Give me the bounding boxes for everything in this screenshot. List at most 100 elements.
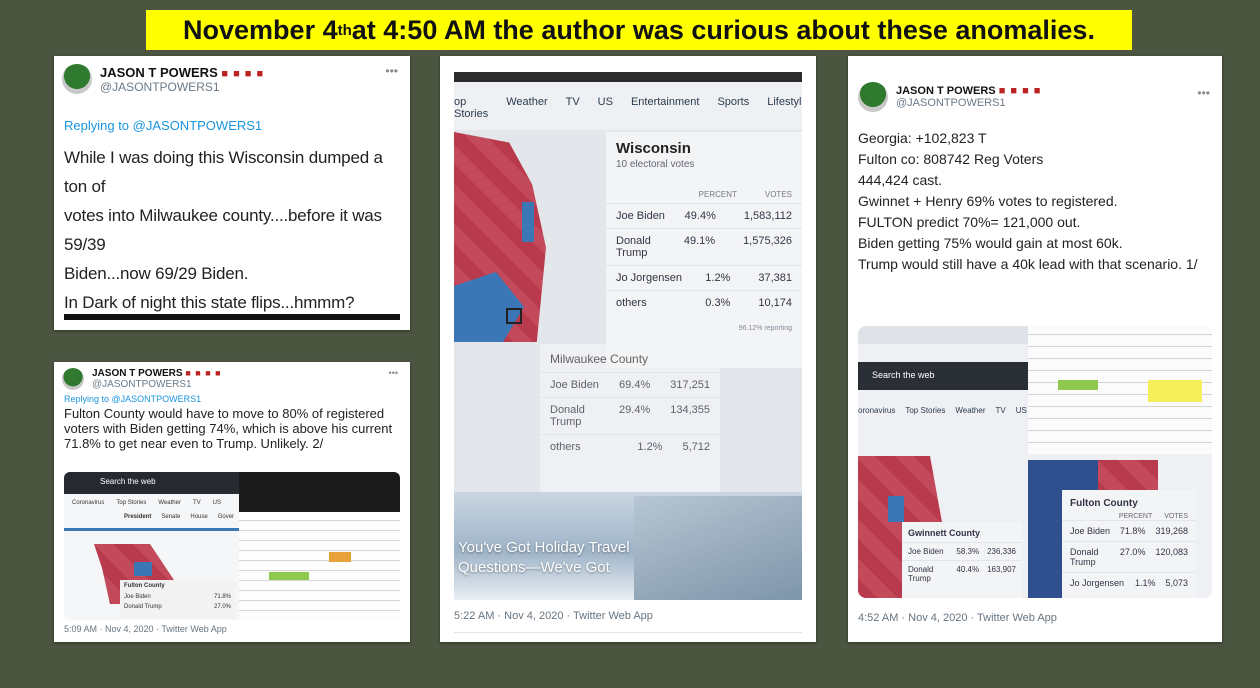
tweet-line: Fulton co: 808742 Reg Voters: [858, 151, 1044, 167]
percent: 27.0%: [1119, 547, 1146, 557]
percent: 1.2%: [705, 272, 731, 284]
tweet-line: FULTON predict 70%= 121,000 out.: [858, 214, 1081, 230]
map-blue-area: [134, 562, 152, 576]
embedded-screenshot[interactable]: Search the web oronavirus Top Stories We…: [858, 326, 1212, 598]
embedded-media-strip: [64, 314, 400, 320]
banner-sup: th: [337, 21, 352, 39]
candidate: Joe Biden: [124, 594, 151, 600]
photo-nav: op Stories Weather TV US Entertainment S…: [454, 82, 802, 130]
reply-handle-link[interactable]: @JASONTPOWERS1: [133, 118, 263, 133]
votes: 5,712: [682, 441, 710, 453]
candidate: others: [550, 441, 581, 453]
nav-item: op Stories: [454, 96, 489, 120]
percent: 40.4%: [956, 565, 980, 574]
promo-line: Questions—We've Got: [458, 559, 610, 576]
tweet-text: Georgia: +102,823 T Fulton co: 808742 Re…: [848, 112, 1222, 275]
tweet-timestamp[interactable]: 5:22 AM · Nov 4, 2020 · Twitter Web App: [454, 610, 653, 622]
author-name[interactable]: JASON T POWERS: [896, 85, 996, 97]
col-header: VOTES: [1164, 513, 1188, 520]
more-icon[interactable]: •••: [1197, 86, 1210, 100]
tweet-card-4: JASON T POWERS ■ ■ ■ ■ @JASONTPOWERS1 ••…: [848, 56, 1222, 642]
wisconsin-results: Wisconsin 10 electoral votes PERCENT VOT…: [606, 132, 802, 368]
votes: 5,073: [1165, 578, 1188, 588]
candidate: others: [616, 297, 647, 309]
nav-item: US: [1015, 406, 1027, 415]
tweet-card-3: op Stories Weather TV US Entertainment S…: [440, 56, 816, 642]
votes: 120,083: [1155, 547, 1188, 557]
nav-item: Top Stories: [116, 500, 147, 506]
tweet-line: votes into Milwaukee county....before it…: [64, 206, 382, 254]
tweet-card-1: JASON T POWERS ■ ■ ■ ■ @JASONTPOWERS1 ••…: [54, 56, 410, 330]
subnav-item: Senate: [161, 514, 181, 520]
nav-item: Weather: [506, 96, 548, 108]
author-name[interactable]: JASON T POWERS: [92, 368, 183, 379]
author-handle[interactable]: @JASONTPOWERS1: [100, 80, 264, 94]
avatar[interactable]: [62, 368, 84, 390]
percent: 58.3%: [956, 547, 980, 556]
reply-prefix: Replying to: [64, 394, 112, 404]
nav-item: TV: [995, 406, 1006, 415]
candidate: Joe Biden: [908, 547, 944, 556]
promo-text[interactable]: You've Got Holiday Travel Questions—We'v…: [458, 538, 630, 578]
candidate: Donald Trump: [616, 235, 651, 259]
subnav-item: House: [190, 514, 208, 520]
fulton-label: Fulton County: [124, 583, 165, 589]
reply-handle-link[interactable]: @JASONTPOWERS1: [112, 394, 202, 404]
fulton-results: Fulton County PERCENT VOTES Joe Biden 71.…: [1062, 490, 1196, 598]
avatar[interactable]: [62, 64, 92, 94]
tweet-line: In Dark of night this state flips...hmmm…: [64, 293, 355, 312]
tweet-card-2: JASON T POWERS ■ ■ ■ ■ @JASONTPOWERS1 ••…: [54, 362, 410, 642]
author-handle[interactable]: @JASONTPOWERS1: [896, 97, 1041, 109]
tweet-timestamp[interactable]: 5:09 AM · Nov 4, 2020 · Twitter Web App: [64, 624, 227, 634]
nav-item: Entertainment: [630, 96, 700, 108]
gwinnett-results: Gwinnett County Joe Biden 58.3% 236,336 Do…: [902, 522, 1022, 598]
author-name[interactable]: JASON T POWERS: [100, 65, 218, 80]
tweet-line: Gwinnet + Henry 69% votes to registered.: [858, 193, 1118, 209]
tweet-line: Biden getting 75% would gain at most 60k…: [858, 235, 1123, 251]
shot-nav: Coronavirus Top Stories Weather TV US: [72, 500, 221, 506]
banner-text-rest: at 4:50 AM the author was curious about …: [351, 14, 1095, 45]
candidate: Donald Trump: [124, 604, 162, 610]
nav-item: TV: [565, 96, 580, 108]
nav-item: Weather: [955, 406, 986, 415]
embedded-screenshot[interactable]: Search the web Coronavirus Top Stories W…: [64, 472, 400, 620]
tweet-text: While I was doing this Wisconsin dumped …: [54, 133, 410, 317]
flag-icons: ■ ■ ■ ■: [185, 368, 222, 378]
percent: 49.1%: [683, 235, 716, 247]
nav-item: oronavirus: [858, 406, 896, 415]
milwaukee-results: Milwaukee County Joe Biden 69.4% 317,251 D…: [540, 344, 720, 494]
tweet-timestamp[interactable]: 4:52 AM · Nov 4, 2020 · Twitter Web App: [858, 612, 1057, 624]
subnav-item: Gover: [217, 514, 235, 520]
shot-subnav: President Senate House Gover: [124, 514, 234, 520]
tweet-line: Georgia: +102,823 T: [858, 130, 987, 146]
flag-icons: ■ ■ ■ ■: [998, 85, 1042, 97]
author-handle[interactable]: @JASONTPOWERS1: [92, 379, 222, 390]
reply-context: Replying to @JASONTPOWERS1: [54, 390, 410, 404]
more-icon[interactable]: •••: [389, 368, 398, 378]
tweet-text: Fulton County would have to move to 80% …: [64, 406, 393, 451]
county-title: Fulton County: [1070, 498, 1138, 509]
map-blue-area: [888, 496, 904, 522]
headline-banner: November 4th at 4:50 AM the author was c…: [146, 10, 1132, 50]
nav-item: TV: [192, 500, 201, 506]
winter-photo-2: [634, 496, 802, 600]
tweet-line: While I was doing this Wisconsin dumped …: [64, 148, 383, 196]
votes: 37,381: [758, 272, 792, 284]
embedded-photo[interactable]: op Stories Weather TV US Entertainment S…: [454, 72, 802, 600]
percent: 0.3%: [705, 297, 731, 309]
nav-item: US: [597, 96, 613, 108]
candidate: Donald Trump: [1070, 547, 1099, 567]
percent: 1.1%: [1134, 578, 1156, 588]
nav-item: Top Stories: [905, 406, 946, 415]
fulton-popup: Fulton County Joe Biden 71.8% Donald Trum…: [120, 580, 235, 618]
candidate: Joe Biden: [616, 210, 665, 222]
nav-item: Sports: [717, 96, 750, 108]
percent: 1.2%: [637, 441, 663, 453]
avatar[interactable]: [858, 82, 888, 112]
more-icon[interactable]: •••: [385, 64, 398, 78]
milwaukee-highlight: [506, 308, 522, 324]
col-header: PERCENT: [1118, 513, 1153, 520]
votes: 10,174: [758, 297, 792, 309]
map-blue-area: [522, 202, 534, 242]
reply-prefix: Replying to: [64, 118, 133, 133]
